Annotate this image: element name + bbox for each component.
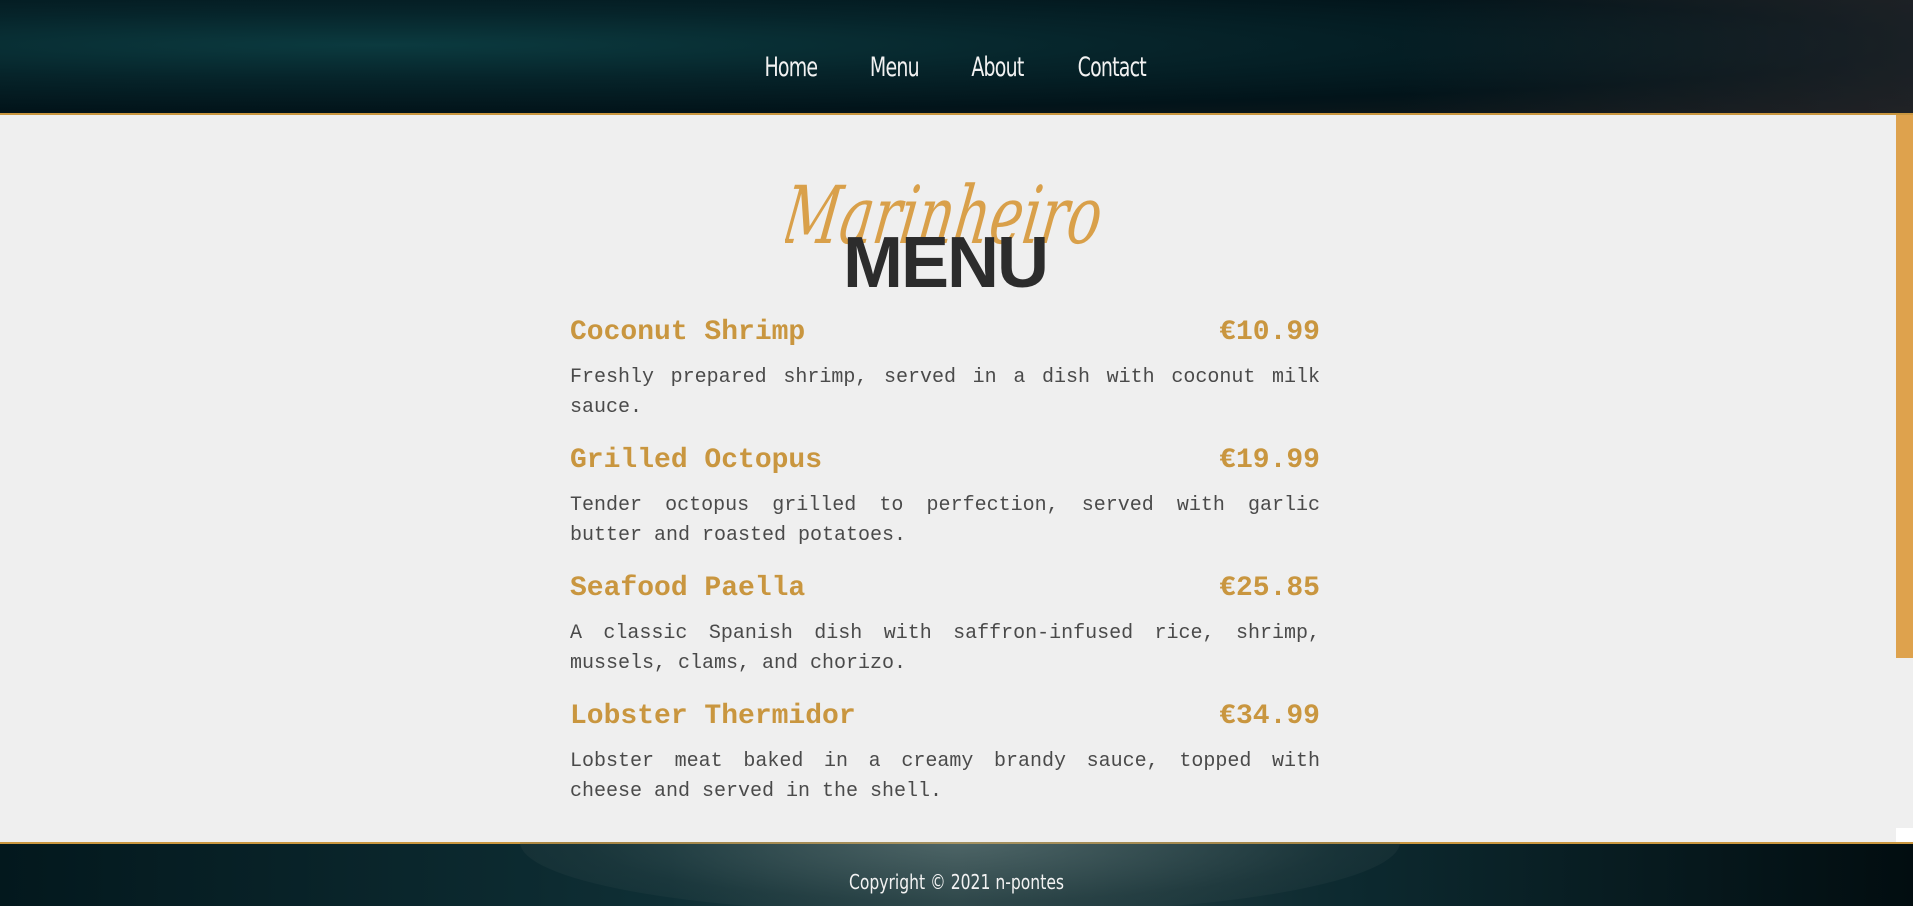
menu-section: Marinheiro MENU Coconut Shrimp €10.99 Fres… (0, 115, 1913, 842)
menu-content: Marinheiro MENU Coconut Shrimp €10.99 Fres… (570, 115, 1320, 827)
menu-item-name: Lobster Thermidor (570, 701, 856, 732)
nav-home-link[interactable]: Home (765, 52, 819, 83)
scrollbar-corner (1896, 828, 1913, 842)
menu-item-description: A classic Spanish dish with saffron-infu… (570, 622, 1320, 675)
menu-item-description: Freshly prepared shrimp, served in a dis… (570, 366, 1320, 419)
menu-item-name: Grilled Octopus (570, 445, 823, 476)
menu-title-block: Marinheiro MENU (570, 115, 1320, 315)
scrollbar-thumb[interactable] (1896, 115, 1913, 658)
scrollbar-track[interactable] (1896, 115, 1913, 842)
site-header: Home Menu About Contact (0, 0, 1913, 115)
menu-item: Seafood Paella €25.85 A classic Spanish di… (570, 571, 1320, 679)
menu-item-header: Seafood Paella €25.85 (570, 571, 1320, 607)
menu-item-header: Coconut Shrimp €10.99 (570, 315, 1320, 351)
menu-item-description: Lobster meat baked in a creamy brandy sa… (570, 750, 1320, 803)
menu-list: Coconut Shrimp €10.99 Freshly prepared shr… (570, 315, 1320, 807)
menu-item-price: €19.99 (1219, 445, 1320, 476)
site-footer: Copyright © 2021 n-pontes (0, 842, 1913, 906)
menu-item-name: Seafood Paella (570, 573, 806, 604)
copyright-text: Copyright © 2021 n-pontes (848, 870, 1065, 894)
page-title: MENU (843, 223, 1049, 303)
menu-item-name: Coconut Shrimp (570, 317, 806, 348)
menu-item-price: €10.99 (1219, 317, 1320, 348)
menu-item: Coconut Shrimp €10.99 Freshly prepared shr… (570, 315, 1320, 423)
nav-menu-link[interactable]: Menu (870, 52, 920, 83)
menu-item-description: Tender octopus grilled to perfection, se… (570, 494, 1320, 547)
nav-contact-link[interactable]: Contact (1078, 52, 1147, 83)
menu-item-price: €25.85 (1219, 573, 1320, 604)
menu-item-header: Grilled Octopus €19.99 (570, 443, 1320, 479)
menu-item: Grilled Octopus €19.99 Tender octopus gril… (570, 443, 1320, 551)
menu-item-header: Lobster Thermidor €34.99 (570, 699, 1320, 735)
menu-item: Lobster Thermidor €34.99 Lobster meat bake… (570, 699, 1320, 807)
menu-item-price: €34.99 (1219, 701, 1320, 732)
main-nav: Home Menu About Contact (0, 52, 1913, 83)
nav-about-link[interactable]: About (971, 52, 1024, 83)
